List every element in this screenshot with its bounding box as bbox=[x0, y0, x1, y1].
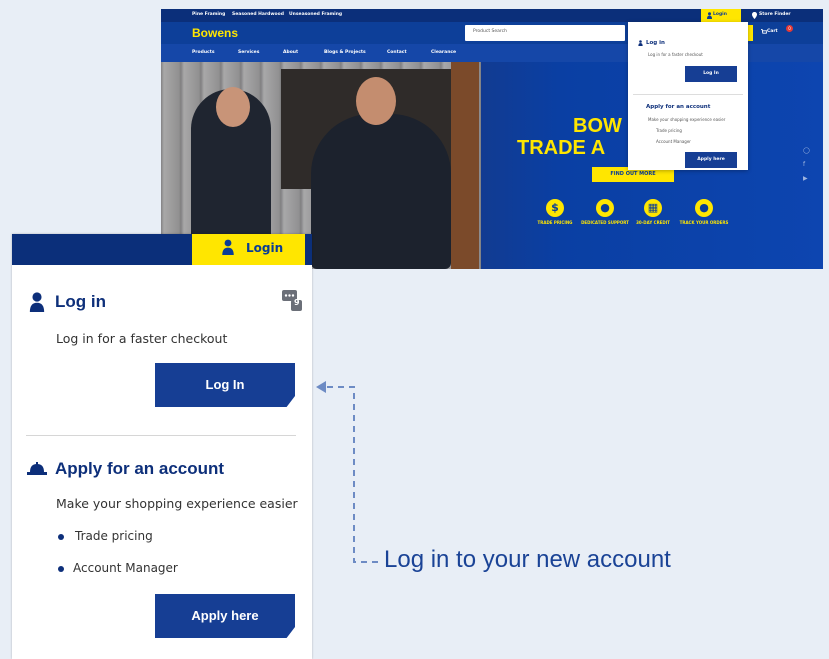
map-pin-icon: ● bbox=[695, 199, 713, 217]
hero-title-line-1: BOW bbox=[573, 115, 622, 137]
topbar-link-pine-framing[interactable]: Pine Framing bbox=[192, 12, 225, 17]
mini-bullet: Account Manager bbox=[656, 139, 691, 144]
mini-login-dropdown: Log in Log in for a faster checkout Log … bbox=[628, 22, 748, 170]
product-search-input[interactable]: Product Search bbox=[465, 25, 625, 41]
hard-hat-icon bbox=[27, 462, 47, 475]
chat-icon[interactable]: 9 bbox=[282, 290, 304, 316]
login-title: Log in bbox=[55, 292, 106, 311]
divider bbox=[26, 435, 296, 436]
hero-photo-post bbox=[451, 62, 479, 269]
map-pin-icon bbox=[752, 12, 757, 19]
helmet-icon: ● bbox=[596, 199, 614, 217]
cart-count-badge: 0 bbox=[786, 25, 793, 32]
dollar-icon: $ bbox=[546, 199, 564, 217]
social-links: ◯ f ▶ bbox=[803, 147, 811, 189]
youtube-icon[interactable]: ▶ bbox=[803, 175, 811, 183]
topbar-link-seasoned-hardwood[interactable]: Seasoned Hardwood bbox=[232, 12, 284, 17]
apply-here-button[interactable]: Apply here bbox=[155, 594, 295, 638]
facebook-icon[interactable]: f bbox=[803, 161, 811, 169]
user-icon bbox=[29, 292, 45, 312]
feature-label: TRADE PRICING bbox=[537, 220, 573, 225]
mini-login-subtitle: Log in for a faster checkout bbox=[648, 52, 703, 57]
nav-contact[interactable]: Contact bbox=[387, 50, 407, 55]
calendar-icon: ▦ bbox=[644, 199, 662, 217]
nav-services[interactable]: Services bbox=[238, 50, 259, 55]
topbar-link-unseasoned-framing[interactable]: Unseasoned Framing bbox=[289, 12, 342, 17]
user-icon bbox=[638, 40, 643, 46]
nav-blogs-projects[interactable]: Blogs & Projects bbox=[324, 50, 366, 55]
top-login-label: Login bbox=[713, 12, 727, 17]
feature-dedicated-support: ● DEDICATED SUPPORT bbox=[580, 199, 630, 225]
hero-title: BOW TRADE A bbox=[517, 115, 622, 159]
nav-clearance[interactable]: Clearance bbox=[431, 50, 456, 55]
hero-photo-person bbox=[311, 114, 451, 269]
nav-products[interactable]: Products bbox=[192, 50, 215, 55]
user-icon bbox=[222, 239, 234, 255]
bullet-dot bbox=[58, 566, 64, 572]
login-subtitle: Log in for a faster checkout bbox=[56, 331, 228, 346]
feature-trade-pricing: $ TRADE PRICING bbox=[530, 199, 580, 225]
apply-subtitle: Make your shopping experience easier bbox=[56, 496, 298, 511]
mini-apply-title: Apply for an account bbox=[646, 104, 711, 110]
mini-login-title: Log in bbox=[646, 40, 665, 46]
mini-bullet: Trade pricing bbox=[656, 128, 682, 133]
apply-title: Apply for an account bbox=[55, 459, 225, 478]
top-bar: Pine Framing Seasoned Hardwood Unseasone… bbox=[161, 9, 823, 22]
nav-about[interactable]: About bbox=[283, 50, 298, 55]
top-login-button[interactable]: Login bbox=[701, 9, 741, 22]
feature-label: DEDICATED SUPPORT bbox=[581, 220, 629, 225]
search-placeholder: Product Search bbox=[473, 29, 507, 34]
benefit-trade-pricing: Trade pricing bbox=[75, 529, 153, 543]
hero-photo-person-head bbox=[356, 77, 396, 125]
hero-photo-person-head bbox=[216, 87, 250, 127]
login-dropdown-panel: Login Log in 9 Log in for a faster check… bbox=[12, 234, 312, 659]
mini-login-button[interactable]: Log In bbox=[685, 66, 737, 82]
feature-label: 30-DAY CREDIT bbox=[636, 220, 670, 225]
mini-apply-button[interactable]: Apply here bbox=[685, 152, 737, 168]
dashed-arrow bbox=[316, 381, 378, 563]
benefit-account-manager: Account Manager bbox=[73, 561, 178, 575]
bullet-dot bbox=[58, 534, 64, 540]
instagram-icon[interactable]: ◯ bbox=[803, 147, 811, 155]
login-toggle-button[interactable]: Login bbox=[192, 234, 305, 265]
log-in-button[interactable]: Log In bbox=[155, 363, 295, 407]
chat-badge: 9 bbox=[294, 298, 300, 307]
divider bbox=[633, 94, 743, 95]
feature-30-day-credit: ▦ 30-DAY CREDIT bbox=[628, 199, 678, 225]
user-icon bbox=[707, 12, 712, 19]
feature-label: TRACK YOUR ORDERS bbox=[679, 220, 729, 225]
mini-apply-subtitle: Make your shopping experience easier bbox=[648, 117, 726, 122]
bowens-logo[interactable]: Bowens bbox=[192, 26, 238, 40]
cart-link[interactable]: Cart bbox=[767, 29, 778, 34]
feature-track-orders: ● TRACK YOUR ORDERS bbox=[679, 199, 729, 225]
caption: Log in to your new account bbox=[384, 546, 671, 573]
login-toggle-label: Login bbox=[246, 241, 284, 255]
hero-title-line-2: TRADE A bbox=[517, 137, 606, 159]
store-finder-link[interactable]: Store Finder bbox=[759, 12, 791, 17]
